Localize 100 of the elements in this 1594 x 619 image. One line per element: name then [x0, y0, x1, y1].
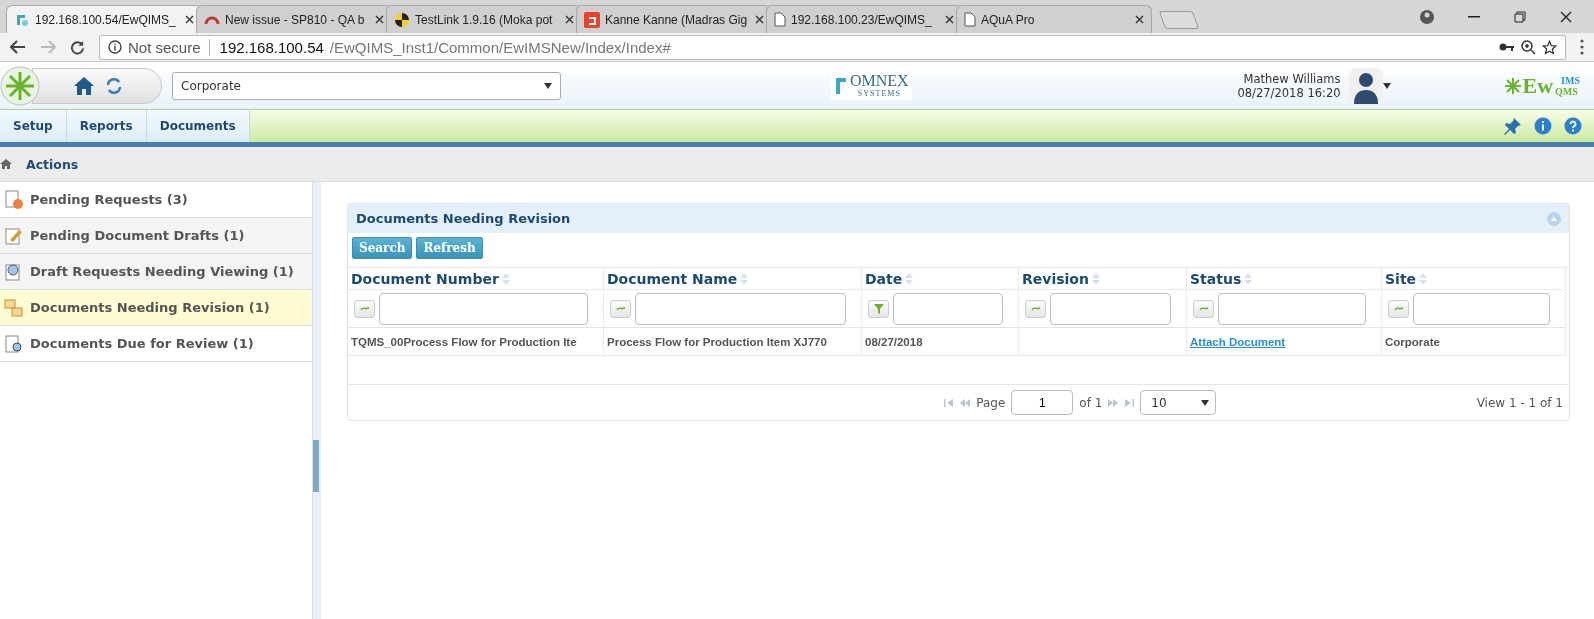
menu-icon[interactable] — [1580, 39, 1584, 55]
info-icon[interactable] — [108, 40, 122, 54]
url-host: 192.168.100.54 — [219, 38, 324, 56]
home-icon[interactable] — [0, 158, 12, 170]
filter-button[interactable] — [1193, 299, 1214, 318]
menu-tab[interactable]: Documents — [146, 110, 250, 142]
next-page-icon[interactable] — [1108, 398, 1119, 407]
attach-document-link[interactable]: Attach Document — [1190, 335, 1286, 348]
first-page-icon[interactable] — [944, 398, 955, 407]
collapse-icon[interactable] — [1547, 211, 1561, 226]
splitter[interactable] — [313, 182, 321, 619]
snowflake-icon — [1504, 77, 1521, 94]
close-icon[interactable] — [375, 15, 384, 24]
table-cell: TQMS_00Process Flow for Production Ite — [348, 327, 604, 356]
tilde-icon — [615, 305, 626, 312]
filter-field[interactable] — [379, 292, 588, 325]
column-header[interactable]: Revision — [1019, 268, 1187, 290]
letter-tile-icon — [584, 11, 600, 28]
tilde-icon — [1030, 305, 1041, 312]
close-icon[interactable] — [1135, 15, 1144, 24]
company-logo: OMNEX SYSTEMS — [831, 71, 912, 100]
menu-tab[interactable]: Reports — [66, 110, 147, 142]
caret-icon[interactable] — [1382, 82, 1391, 89]
close-icon[interactable] — [565, 15, 574, 24]
column-header[interactable]: Site — [1382, 268, 1566, 290]
user-name: Mathew Williams — [1243, 71, 1341, 86]
sort-icon[interactable] — [1419, 272, 1428, 285]
filter-field[interactable] — [635, 292, 846, 325]
target-icon — [394, 11, 410, 28]
caret-icon — [544, 82, 552, 89]
back-icon[interactable] — [10, 40, 26, 54]
filter-field[interactable] — [1218, 292, 1366, 325]
funnel-icon — [873, 303, 884, 314]
security-label: Not secure — [128, 38, 210, 56]
column-header[interactable]: Status — [1187, 268, 1382, 290]
document-clock-icon — [4, 189, 24, 210]
page-count: of 1 — [1079, 395, 1103, 410]
table-cell: 08/27/2018 — [862, 327, 1019, 356]
minimize-icon[interactable] — [1468, 15, 1480, 18]
page-icon — [774, 12, 786, 27]
refresh-icon[interactable] — [105, 76, 123, 95]
avatar-icon[interactable] — [1348, 67, 1383, 104]
document-pencil-icon — [4, 225, 24, 246]
tilde-icon — [1393, 305, 1404, 312]
page-field[interactable]: 1 — [1011, 390, 1074, 415]
zoom-icon[interactable] — [1521, 39, 1536, 55]
filter-button[interactable] — [868, 299, 889, 318]
sort-icon[interactable] — [740, 272, 749, 285]
star-icon[interactable] — [1542, 39, 1557, 55]
key-icon[interactable] — [1499, 42, 1515, 52]
filter-button[interactable] — [610, 299, 631, 318]
home-icon[interactable] — [73, 74, 95, 97]
splitter-handle[interactable] — [313, 439, 319, 492]
folders-icon — [4, 297, 24, 318]
tilde-icon — [1198, 305, 1209, 312]
column-header[interactable]: Document Number — [348, 268, 604, 290]
forward-icon[interactable] — [40, 40, 56, 54]
site-select[interactable]: Corporate — [172, 71, 561, 100]
filter-button[interactable] — [1388, 299, 1409, 318]
reload-icon[interactable] — [70, 39, 85, 55]
menu-tab[interactable]: Setup — [0, 110, 67, 142]
sort-icon[interactable] — [1091, 272, 1100, 285]
caret-icon — [1201, 399, 1210, 406]
close-icon[interactable] — [1560, 10, 1572, 23]
breadcrumb-item[interactable]: Actions — [26, 156, 79, 172]
filter-field[interactable] — [1413, 292, 1550, 325]
close-icon[interactable] — [755, 15, 764, 24]
table-cell: Process Flow for Production Item XJ770 — [604, 327, 862, 356]
sidebar-item[interactable]: Pending Document Drafts (1) — [0, 218, 312, 254]
record-count: View 1 - 1 of 1 — [1476, 395, 1563, 410]
help-icon[interactable] — [1564, 117, 1582, 135]
snowflake-logo-icon[interactable] — [0, 65, 40, 106]
filter-field[interactable] — [893, 292, 1003, 325]
profile-icon[interactable] — [1420, 9, 1434, 24]
info-icon[interactable] — [1534, 117, 1552, 135]
address-field[interactable]: Not secure 192.168.100.54 /EwQIMS_Inst1/Common/EwIMSNew/Index/Index# — [99, 34, 1566, 60]
url-path: /EwQIMS_Inst1/Common/EwIMSNew/Index/Index# — [329, 38, 671, 56]
column-header[interactable]: Date — [862, 268, 1019, 290]
page-size-select[interactable]: 10 — [1140, 390, 1217, 415]
sidebar-item[interactable]: Draft Requests Needing Viewing (1) — [0, 254, 312, 290]
browser-tab[interactable]: AQuA Pro — [956, 5, 1152, 33]
filter-button[interactable] — [1025, 299, 1046, 318]
restore-icon[interactable] — [1514, 10, 1526, 23]
swirl-logo-icon — [834, 75, 848, 96]
last-page-icon[interactable] — [1124, 398, 1135, 407]
previous-page-icon[interactable] — [960, 398, 971, 407]
pin-icon[interactable] — [1504, 117, 1522, 135]
filter-button[interactable] — [354, 299, 375, 318]
sort-icon[interactable] — [1244, 272, 1253, 285]
page-label: Page — [976, 395, 1006, 410]
filter-field[interactable] — [1050, 292, 1171, 325]
table-cell: Corporate — [1382, 327, 1566, 356]
date-time: 08/27/2018 16:20 — [1237, 85, 1341, 100]
new-tab-button[interactable] — [1158, 11, 1200, 29]
column-header[interactable]: Document Name — [604, 268, 862, 290]
sort-icon[interactable] — [501, 272, 510, 285]
close-icon[interactable] — [185, 15, 194, 24]
close-icon[interactable] — [945, 15, 954, 24]
sidebar-item[interactable]: Documents Needing Revision (1) — [0, 290, 312, 326]
sort-icon[interactable] — [905, 272, 914, 285]
